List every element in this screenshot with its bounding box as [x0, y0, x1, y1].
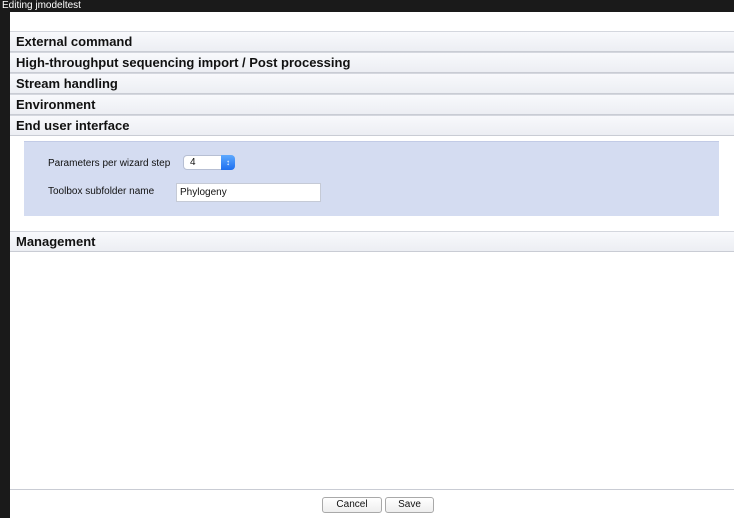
select-arrows-icon: ↕ — [221, 155, 235, 170]
end-user-interface-panel: Parameters per wizard step 4 ↕ Toolbox s… — [24, 141, 719, 216]
footer-divider — [10, 489, 734, 490]
params-per-step-select[interactable]: 4 ↕ — [183, 155, 235, 170]
toolbox-subfolder-label: Toolbox subfolder name — [48, 186, 155, 197]
section-external-command[interactable]: External command — [10, 31, 734, 52]
toolbox-subfolder-input[interactable] — [176, 183, 321, 202]
section-management[interactable]: Management — [10, 231, 734, 252]
section-hts-import-post-processing[interactable]: High-throughput sequencing import / Post… — [10, 52, 734, 73]
window-title: Editing jmodeltest — [0, 0, 734, 12]
cancel-button[interactable]: Cancel — [322, 497, 382, 513]
section-stream-handling[interactable]: Stream handling — [10, 73, 734, 94]
section-environment[interactable]: Environment — [10, 94, 734, 115]
params-per-step-value: 4 — [190, 157, 196, 168]
save-button[interactable]: Save — [385, 497, 434, 513]
params-per-step-label: Parameters per wizard step — [48, 158, 171, 169]
section-end-user-interface[interactable]: End user interface — [10, 115, 734, 136]
